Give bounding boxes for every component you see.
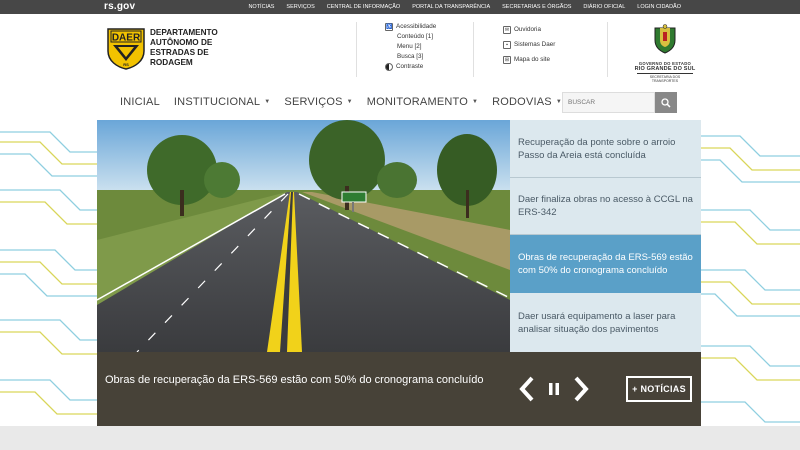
top-bar: rs.gov NOTÍCIAS SERVIÇOS CENTRAL DE INFO… [0,0,800,14]
header-divider [473,22,474,77]
logo-sub: RS [123,62,129,67]
speech-bubble-icon: ✉ [503,25,511,34]
nav-item-institucional[interactable]: INSTITUCIONAL ▼ [167,96,277,108]
news-item[interactable]: Daer usará equipamento a laser para anal… [510,293,701,352]
top-link-portal-transparencia[interactable]: PORTAL DA TRANSPARÊNCIA [406,0,496,14]
news-item[interactable]: Daer finaliza obras no acesso à CCGL na … [510,178,701,235]
top-link-secretarias[interactable]: SECRETARIAS E ÓRGÃOS [496,0,577,14]
news-caption[interactable]: Obras de recuperação da ERS-569 estão co… [105,373,485,388]
lock-icon: ▪ [503,40,511,49]
sitemap-link[interactable]: ⊞ Mapa do site [503,52,555,67]
news-item-active[interactable]: Obras de recuperação da ERS-569 estão co… [510,235,701,293]
caret-down-icon: ▼ [346,99,353,105]
top-link-servicos[interactable]: SERVIÇOS [280,0,320,14]
search-shortcut[interactable]: Busca [3] [385,52,436,62]
news-list: Recuperação da ponte sobre o arroio Pass… [510,120,701,352]
news-carousel: Recuperação da ponte sobre o arroio Pass… [97,120,701,426]
nav-item-inicial[interactable]: INICIAL [113,96,167,108]
nav-item-rodovias[interactable]: RODOVIAS ▼ [485,96,569,108]
rs-gov-brand[interactable]: rs.gov [104,0,135,14]
top-link-noticias[interactable]: NOTÍCIAS [242,0,280,14]
top-link-login-cidadao[interactable]: LOGIN CIDADÃO [631,0,687,14]
site-header: DAER RS DEPARTAMENTO AUTÔNOMO DE ESTRADA… [0,14,800,83]
search-input[interactable] [562,92,655,113]
top-links: NOTÍCIAS SERVIÇOS CENTRAL DE INFORMAÇÃO … [242,0,687,14]
ouvidoria-link[interactable]: ✉ Ouvidoria [503,22,555,37]
sistemas-daer-link[interactable]: ▪ Sistemas Daer [503,37,555,52]
menu-shortcut[interactable]: Menu [2] [385,42,436,52]
contrast-icon [385,63,393,71]
caret-down-icon: ▼ [264,99,271,105]
daer-logo[interactable]: DAER RS [107,27,145,70]
logo-text: DAER [112,33,141,44]
main-nav: INICIAL INSTITUCIONAL ▼ SERVIÇOS ▼ MONITOR… [0,82,800,120]
accessibility-menu: ♿ Acessibilidade Conteúdo [1] Menu [2] B… [385,22,436,72]
header-divider [607,22,608,77]
sitemap-icon: ⊞ [503,55,511,64]
news-item[interactable]: Recuperação da ponte sobre o arroio Pass… [510,120,701,178]
caption-bar: Obras de recuperação da ERS-569 estão co… [97,352,701,426]
next-arrow-icon[interactable] [571,374,591,404]
footer-strip [0,426,800,450]
header-links: ✉ Ouvidoria ▪ Sistemas Daer ⊞ Mapa do si… [503,22,555,67]
previous-arrow-icon[interactable] [517,374,537,404]
accessibility-icon: ♿ [385,23,393,31]
search-icon [661,97,671,108]
contrast-toggle[interactable]: Contraste [385,62,436,72]
header-divider [356,22,357,77]
caret-down-icon: ▼ [472,99,479,105]
nav-item-monitoramento[interactable]: MONITORAMENTO ▼ [360,96,485,108]
state-coat-of-arms-icon [654,24,676,54]
content-shortcut[interactable]: Conteúdo [1] [385,32,436,42]
government-logo[interactable]: GOVERNO DO ESTADO RIO GRANDE DO SUL SECR… [625,24,705,83]
org-name[interactable]: DEPARTAMENTO AUTÔNOMO DE ESTRADAS DE ROD… [150,28,218,68]
search-box [562,92,677,113]
top-link-central-informacao[interactable]: CENTRAL DE INFORMAÇÃO [321,0,406,14]
accessibility-link[interactable]: ♿ Acessibilidade [385,22,436,32]
pause-icon[interactable] [544,374,564,404]
nav-item-servicos[interactable]: SERVIÇOS ▼ [277,96,359,108]
more-news-button[interactable]: + NOTÍCIAS [626,376,692,402]
top-link-diario-oficial[interactable]: DIÁRIO OFICIAL [577,0,631,14]
news-photo-road[interactable] [97,120,510,352]
search-button[interactable] [655,92,677,113]
